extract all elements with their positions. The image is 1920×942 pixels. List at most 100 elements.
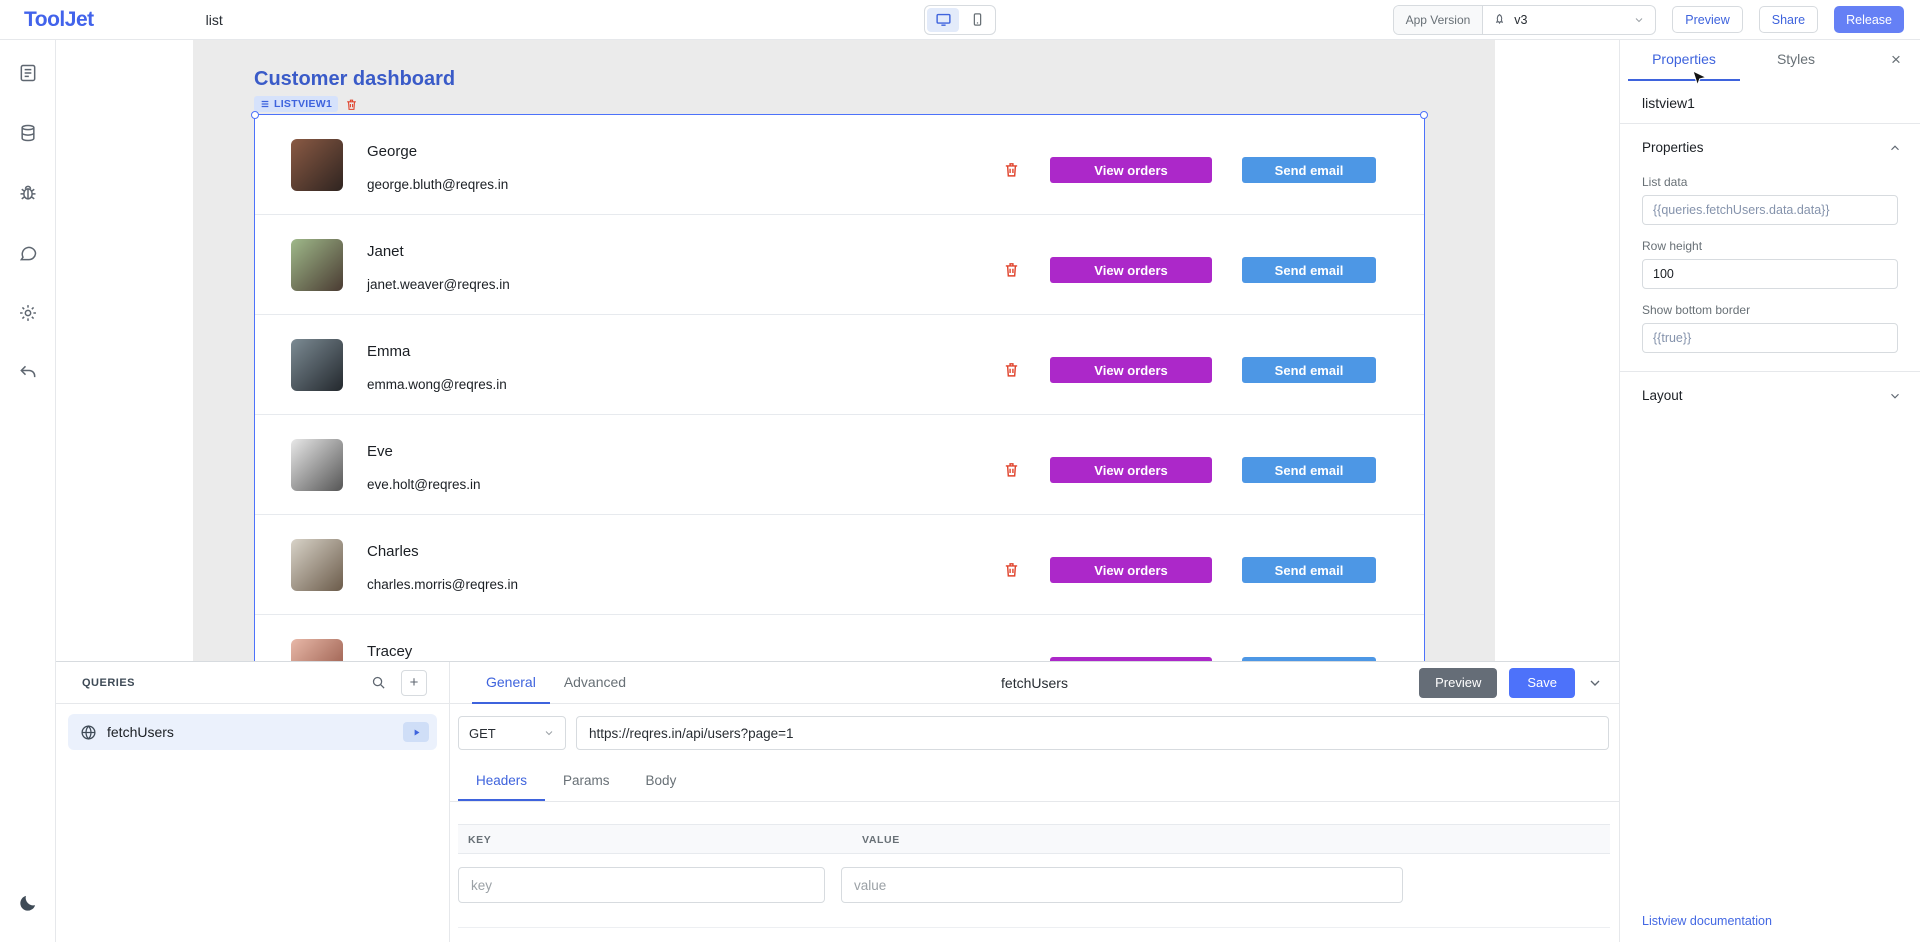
delete-row-button[interactable] (1003, 461, 1020, 478)
value-column-header: VALUE (862, 834, 900, 846)
view-orders-button[interactable]: View orders (1050, 557, 1212, 583)
view-orders-button[interactable]: View orders (1050, 257, 1212, 283)
rest-api-icon (80, 724, 97, 741)
list-item: Eve eve.holt@reqres.in View orders Send … (255, 415, 1424, 515)
preview-button[interactable]: Preview (1672, 6, 1742, 33)
undo-icon (18, 363, 38, 383)
pages-panel-button[interactable] (8, 53, 48, 93)
delete-row-button[interactable] (1003, 161, 1020, 178)
avatar (291, 139, 343, 191)
comments-panel-button[interactable] (8, 233, 48, 273)
divider (458, 927, 1610, 928)
tab-params[interactable]: Params (545, 761, 628, 801)
show-bottom-border-input[interactable]: {{true}} (1642, 323, 1898, 353)
tab-general[interactable]: General (472, 662, 550, 704)
query-preview-button[interactable]: Preview (1419, 668, 1497, 698)
view-orders-button[interactable]: View orders (1050, 357, 1212, 383)
datasources-panel-button[interactable] (8, 113, 48, 153)
tab-advanced[interactable]: Advanced (550, 662, 640, 704)
customer-name: George (367, 143, 417, 160)
list-data-input[interactable]: {{queries.fetchUsers.data.data}} (1642, 195, 1898, 225)
header-value-input[interactable] (841, 867, 1403, 903)
share-button[interactable]: Share (1759, 6, 1818, 33)
version-select[interactable]: v3 (1483, 6, 1655, 34)
mobile-view-button[interactable] (961, 8, 993, 32)
query-list-item[interactable]: fetchUsers (68, 714, 437, 750)
settings-panel-button[interactable] (8, 293, 48, 333)
list-data-label: List data (1642, 175, 1898, 189)
collapse-panel-button[interactable] (1587, 675, 1603, 691)
app-version-control: App Version v3 (1393, 5, 1657, 35)
desktop-icon (935, 11, 952, 28)
delete-row-button[interactable] (1003, 361, 1020, 378)
dark-mode-toggle[interactable] (8, 883, 48, 923)
play-icon (412, 728, 421, 737)
avatar (291, 239, 343, 291)
delete-row-button[interactable] (1003, 561, 1020, 578)
bug-icon (18, 183, 38, 203)
trash-icon (1003, 561, 1020, 578)
properties-section-label: Properties (1642, 140, 1704, 155)
query-editor: General Advanced fetchUsers Preview Save (450, 662, 1619, 942)
url-input[interactable] (576, 716, 1609, 750)
method-select[interactable]: GET (458, 716, 566, 750)
view-orders-button[interactable]: View orders (1050, 157, 1212, 183)
release-button[interactable]: Release (1834, 6, 1904, 33)
headers-table-header: KEY VALUE (458, 824, 1610, 854)
show-bottom-border-label: Show bottom border (1642, 303, 1898, 317)
topbar-actions: App Version v3 Preview Share Release (1393, 5, 1904, 35)
resize-handle-top-right[interactable] (1420, 111, 1428, 119)
queries-list-header: QUERIES + (56, 662, 449, 704)
widget-config-handle: LISTVIEW1 (254, 96, 358, 112)
query-save-button[interactable]: Save (1509, 668, 1575, 698)
widget-badge[interactable]: LISTVIEW1 (254, 96, 338, 112)
search-queries-button[interactable] (365, 670, 391, 696)
listview-documentation-link[interactable]: Listview documentation (1642, 914, 1772, 928)
add-query-button[interactable]: + (401, 670, 427, 696)
send-email-button[interactable]: Send email (1242, 457, 1376, 483)
search-icon (371, 675, 386, 690)
undo-button[interactable] (8, 353, 48, 393)
send-email-button[interactable]: Send email (1242, 357, 1376, 383)
mobile-icon (970, 12, 985, 27)
close-inspector-button[interactable]: × (1884, 48, 1908, 72)
row-height-label: Row height (1642, 239, 1898, 253)
layout-section-header[interactable]: Layout (1620, 372, 1920, 417)
tab-body[interactable]: Body (628, 761, 695, 801)
send-email-button[interactable]: Send email (1242, 257, 1376, 283)
view-orders-button[interactable]: View orders (1050, 457, 1212, 483)
send-email-button[interactable]: Send email (1242, 157, 1376, 183)
avatar (291, 339, 343, 391)
debugger-panel-button[interactable] (8, 173, 48, 213)
top-bar: ToolJet list App Version v3 (0, 0, 1920, 40)
trash-icon (1003, 261, 1020, 278)
tab-headers[interactable]: Headers (458, 761, 545, 801)
version-value: v3 (1514, 13, 1527, 27)
row-height-input[interactable]: 100 (1642, 259, 1898, 289)
resize-handle-top-left[interactable] (251, 111, 259, 119)
run-query-button[interactable] (403, 722, 429, 742)
rocket-icon (1493, 13, 1506, 26)
gear-icon (18, 303, 38, 323)
left-sidebar (0, 40, 56, 942)
query-editor-title[interactable]: fetchUsers (1001, 675, 1068, 691)
inspector-panel: Properties Styles × listview1 Properties… (1619, 40, 1920, 942)
tab-styles[interactable]: Styles (1740, 40, 1852, 81)
customer-name: Emma (367, 343, 410, 360)
app-name[interactable]: list (206, 12, 223, 28)
properties-section-header[interactable]: Properties (1620, 124, 1920, 169)
trash-icon (1003, 161, 1020, 178)
list-item: Emma emma.wong@reqres.in View orders Sen… (255, 315, 1424, 415)
tooljet-logo[interactable]: ToolJet (24, 8, 94, 32)
listview-widget[interactable]: George george.bluth@reqres.in View order… (254, 114, 1425, 715)
delete-row-button[interactable] (1003, 261, 1020, 278)
inspected-widget-name: listview1 (1620, 81, 1920, 123)
desktop-view-button[interactable] (927, 8, 959, 32)
send-email-button[interactable]: Send email (1242, 557, 1376, 583)
tab-properties[interactable]: Properties (1628, 40, 1740, 81)
canvas-title-text[interactable]: Customer dashboard (254, 68, 455, 91)
chevron-down-icon (1587, 675, 1603, 691)
delete-widget-button[interactable] (345, 98, 358, 111)
header-key-input[interactable] (458, 867, 825, 903)
layout-section-label: Layout (1642, 388, 1683, 403)
